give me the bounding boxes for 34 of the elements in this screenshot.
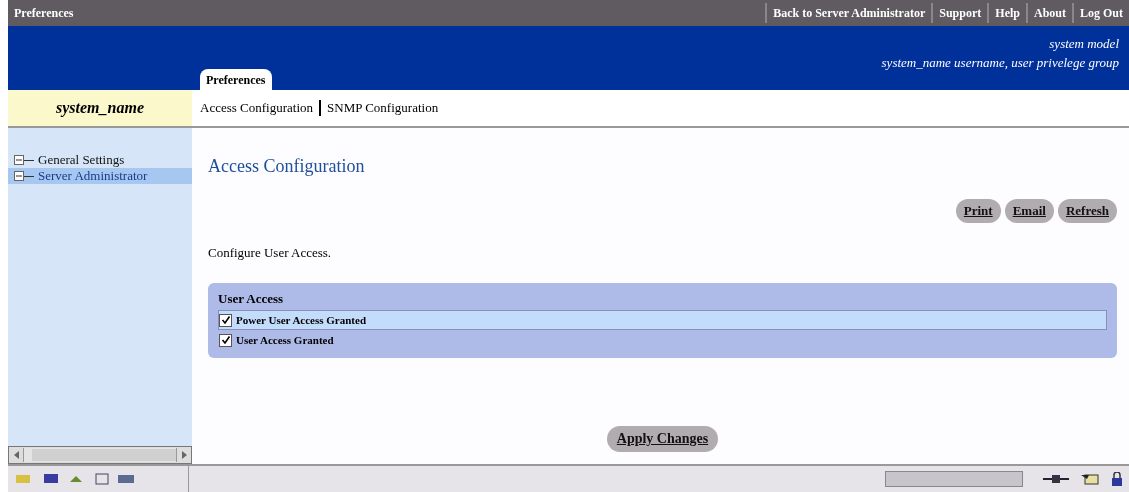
- page-heading: Access Configuration: [208, 156, 366, 177]
- option-label: Power User Access Granted: [236, 314, 367, 326]
- window-title: Preferences: [14, 5, 74, 21]
- system-name: system_name: [56, 99, 144, 117]
- header-link[interactable]: Support: [931, 3, 988, 23]
- preferences-tab[interactable]: Preferences: [200, 69, 272, 90]
- header-link[interactable]: Back to Server Administrator: [765, 3, 932, 23]
- option-label: User Access Granted: [236, 334, 334, 346]
- subnav-link[interactable]: Access Configuration: [200, 100, 313, 116]
- collapse-icon[interactable]: [14, 155, 24, 165]
- option-row[interactable]: Power User Access Granted: [218, 310, 1107, 330]
- checkbox[interactable]: [219, 333, 232, 347]
- tree-item[interactable]: General Settings: [8, 152, 192, 168]
- option-row[interactable]: User Access Granted: [218, 330, 1107, 350]
- tree-item[interactable]: Server Administrator: [8, 168, 192, 184]
- header-link[interactable]: About: [1025, 3, 1072, 23]
- collapse-icon[interactable]: [14, 171, 24, 181]
- lock-icon: [1111, 472, 1123, 486]
- checkbox[interactable]: [219, 313, 232, 327]
- horizontal-scrollbar[interactable]: [8, 446, 192, 464]
- apply-button[interactable]: Apply Changes: [606, 426, 719, 452]
- header-link[interactable]: Log Out: [1072, 3, 1129, 23]
- user-info: system_name username, user privelege group: [881, 54, 1119, 72]
- scroll-left-icon[interactable]: [13, 451, 19, 459]
- plug-icon: [1043, 473, 1069, 485]
- system-model: system model: [1049, 35, 1119, 53]
- action-button[interactable]: Refresh: [1057, 199, 1117, 223]
- header-link[interactable]: Help: [987, 3, 1026, 23]
- panel-title: User Access: [218, 291, 285, 307]
- action-button[interactable]: Email: [1004, 199, 1054, 223]
- subnav-link[interactable]: SNMP Configuration: [327, 100, 439, 116]
- description-text: Configure User Access.: [208, 245, 333, 261]
- action-button[interactable]: Print: [955, 199, 1001, 223]
- scroll-right-icon[interactable]: [181, 451, 187, 459]
